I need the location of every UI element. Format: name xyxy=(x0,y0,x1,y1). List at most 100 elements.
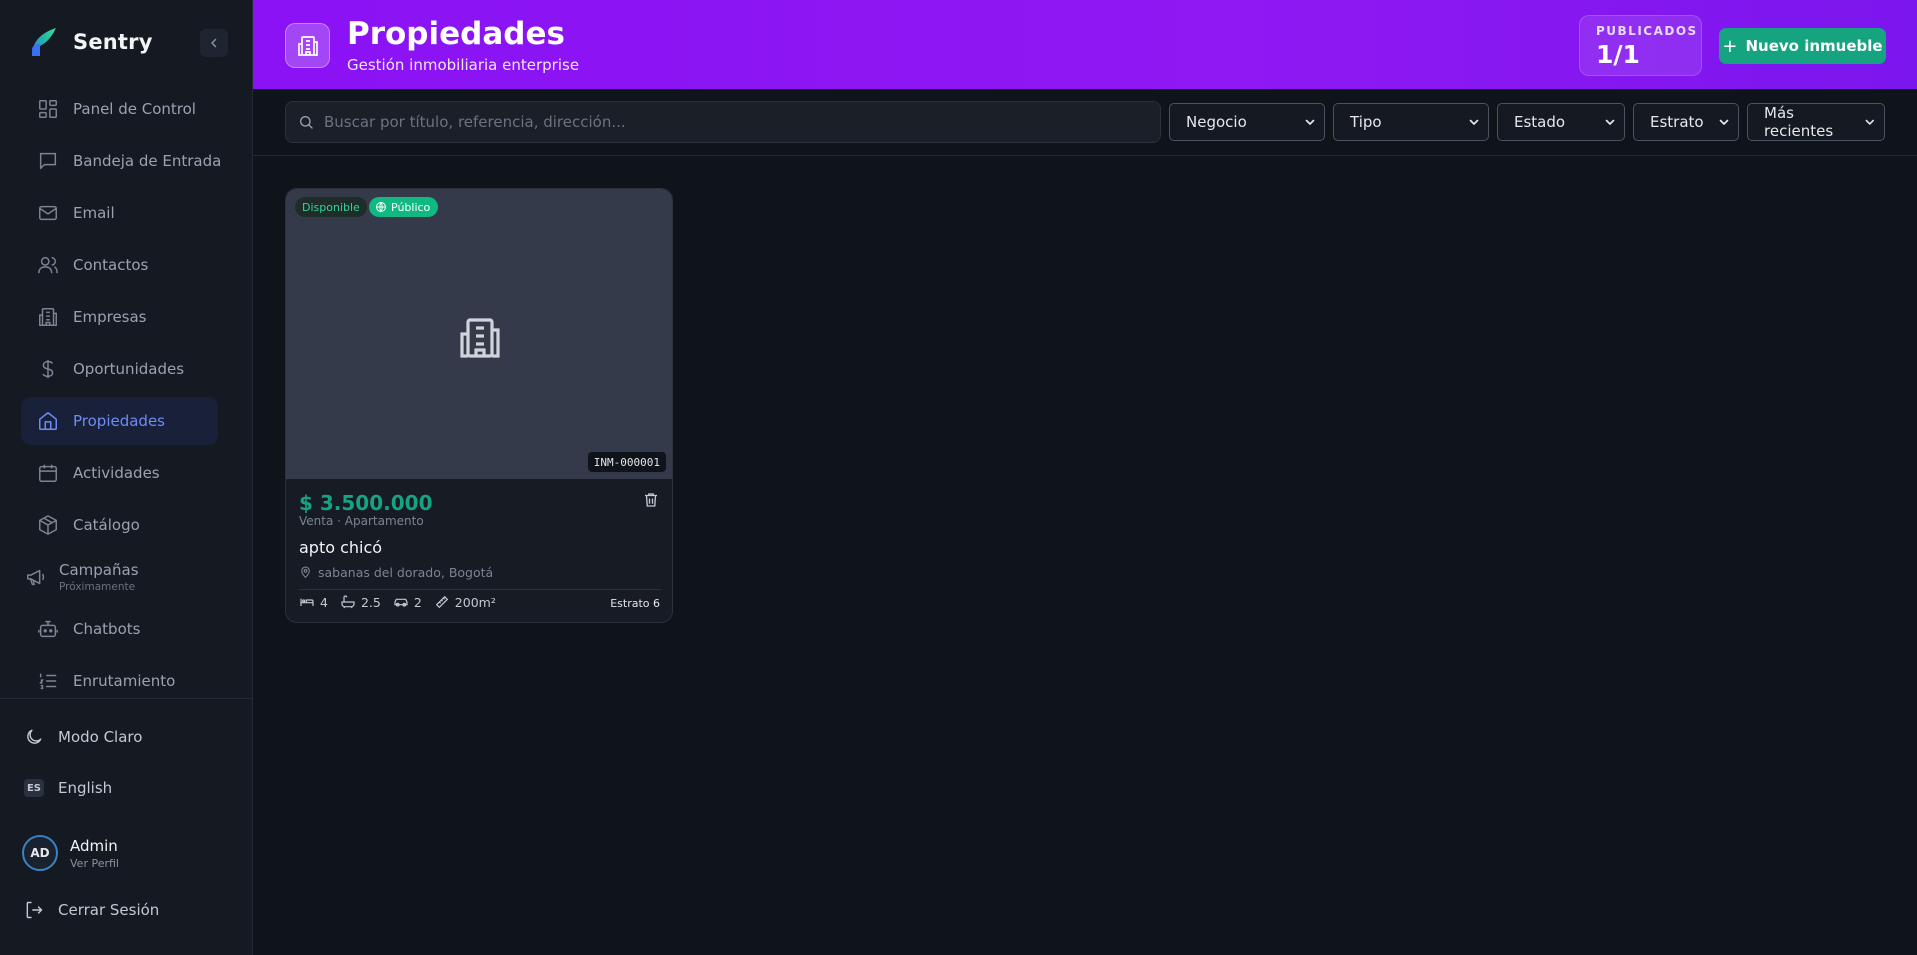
tipo-value: Tipo xyxy=(1350,113,1382,131)
sidebar-item-label: Propiedades xyxy=(73,412,165,430)
brand[interactable]: Sentry xyxy=(30,26,153,58)
header-icon xyxy=(285,23,330,68)
estado-select[interactable]: Estado xyxy=(1497,103,1625,141)
language-toggle-button[interactable]: ES English xyxy=(24,779,112,797)
sidebar-item-empresas[interactable]: Empresas xyxy=(21,293,218,341)
sidebar-item-label: Campañas xyxy=(59,561,139,579)
chevron-down-icon xyxy=(1719,119,1729,125)
avatar: AD xyxy=(22,835,58,871)
sidebar-item-oportunidades[interactable]: Oportunidades xyxy=(21,345,218,393)
sidebar-item-label: Chatbots xyxy=(73,620,141,638)
bed-icon xyxy=(300,598,314,606)
building-icon xyxy=(297,35,318,56)
building-icon xyxy=(39,308,57,326)
bathrooms-value: 2.5 xyxy=(360,594,381,610)
search-box[interactable] xyxy=(285,101,1161,143)
estado-value: Estado xyxy=(1514,113,1566,131)
new-property-button[interactable]: + Nuevo inmueble xyxy=(1719,28,1886,64)
logout-label: Cerrar Sesión xyxy=(58,901,160,919)
moon-icon xyxy=(27,729,42,744)
sidebar: Sentry Panel de Control Bandeja de Entra… xyxy=(0,0,253,955)
collapse-sidebar-button[interactable] xyxy=(200,29,228,57)
new-property-label: Nuevo inmueble xyxy=(1745,37,1883,55)
card-divider xyxy=(299,589,661,590)
calendar-icon xyxy=(39,464,57,482)
theme-toggle-button[interactable]: Modo Claro xyxy=(24,727,142,747)
sidebar-item-chatbots[interactable]: Chatbots xyxy=(21,605,218,653)
property-image-placeholder: Disponible Público INM-000001 xyxy=(286,189,672,479)
location-text: sabanas del dorado, Bogotá xyxy=(318,565,494,580)
negocio-value: Negocio xyxy=(1186,113,1247,131)
property-title: apto chicó xyxy=(299,538,383,557)
globe-icon xyxy=(376,201,386,213)
logout-icon xyxy=(26,901,43,919)
sidebar-item-contactos[interactable]: Contactos xyxy=(21,241,218,289)
status-badge: Disponible xyxy=(295,197,367,217)
estrato-label: Estrato 6 xyxy=(610,597,660,610)
sidebar-item-label: Bandeja de Entrada xyxy=(73,152,222,170)
property-meta: Venta · Apartamento xyxy=(299,514,424,528)
message-square-icon xyxy=(39,152,57,170)
dollar-icon xyxy=(42,359,54,379)
published-value: 1/1 xyxy=(1596,40,1640,69)
megaphone-icon xyxy=(27,569,45,586)
area-feature: 200m² xyxy=(434,594,496,610)
search-icon xyxy=(300,116,313,129)
dashboard-icon xyxy=(39,100,57,118)
sidebar-item-actividades[interactable]: Actividades xyxy=(21,449,218,497)
filter-bar: Negocio Tipo Estado Estrato Más reciente… xyxy=(253,89,1917,156)
reference-code: INM-000001 xyxy=(587,452,666,472)
chevron-down-icon xyxy=(1305,119,1315,125)
sort-select[interactable]: Más recientes xyxy=(1747,103,1885,141)
sidebar-item-label: Empresas xyxy=(73,308,147,326)
theme-toggle-label: Modo Claro xyxy=(58,728,143,746)
user-text: Admin Ver Perfil xyxy=(70,837,119,870)
estrato-select[interactable]: Estrato xyxy=(1633,103,1739,141)
sidebar-item-bandeja-de-entrada[interactable]: Bandeja de Entrada xyxy=(21,137,222,185)
published-label: PUBLICADOS xyxy=(1596,24,1698,38)
sidebar-item-label: Enrutamiento xyxy=(73,672,176,690)
sidebar-item-label: Panel de Control xyxy=(73,100,196,118)
parking-feature: 2 xyxy=(393,594,422,610)
bot-icon xyxy=(38,620,58,638)
sidebar-item-catalogo[interactable]: Catálogo xyxy=(21,501,218,549)
sidebar-item-propiedades[interactable]: Propiedades xyxy=(21,397,218,445)
building-icon xyxy=(460,318,500,358)
visibility-badge: Público xyxy=(369,197,439,217)
home-icon xyxy=(39,412,57,430)
language-label: English xyxy=(58,779,113,797)
package-icon xyxy=(39,515,57,535)
mail-icon xyxy=(39,205,57,221)
sidebar-item-email[interactable]: Email xyxy=(21,189,218,237)
sidebar-item-panel-de-control[interactable]: Panel de Control xyxy=(21,85,218,133)
property-price: $ 3.500.000 xyxy=(299,491,433,515)
bedrooms-value: 4 xyxy=(320,594,328,610)
area-value: 200m² xyxy=(454,594,496,610)
chevron-down-icon xyxy=(1605,119,1615,125)
sidebar-item-campanas[interactable]: Campañas Próximamente xyxy=(21,553,218,601)
chevron-down-icon xyxy=(1469,119,1479,125)
chevron-down-icon xyxy=(1866,119,1875,125)
page-header: Propiedades Gestión inmobiliaria enterpr… xyxy=(253,0,1917,89)
sentry-logo-icon xyxy=(32,28,56,56)
sidebar-item-label: Actividades xyxy=(73,464,160,482)
property-card[interactable]: Disponible Público INM-000001 $ 3.500.00… xyxy=(285,188,673,623)
page-title: Propiedades xyxy=(347,16,565,52)
sidebar-item-label: Contactos xyxy=(73,256,149,274)
logout-button[interactable]: Cerrar Sesión xyxy=(24,900,159,920)
search-input[interactable] xyxy=(324,113,1144,131)
list-ordered-icon xyxy=(39,673,57,690)
sort-value: Más recientes xyxy=(1764,104,1834,140)
trash-icon[interactable] xyxy=(642,491,660,509)
view-profile-link[interactable]: Ver Perfil xyxy=(70,857,119,870)
property-location: sabanas del dorado, Bogotá xyxy=(299,565,493,580)
users-icon xyxy=(38,256,58,274)
negocio-select[interactable]: Negocio xyxy=(1169,103,1325,141)
ruler-icon xyxy=(435,595,448,609)
campaign-text: Campañas Próximamente xyxy=(59,561,139,593)
visibility-label: Público xyxy=(391,200,431,214)
app-name: Sentry xyxy=(73,30,153,54)
user-profile[interactable]: AD Admin Ver Perfil xyxy=(22,835,119,871)
main-nav: Panel de Control Bandeja de Entrada Emai… xyxy=(21,85,222,709)
tipo-select[interactable]: Tipo xyxy=(1333,103,1489,141)
